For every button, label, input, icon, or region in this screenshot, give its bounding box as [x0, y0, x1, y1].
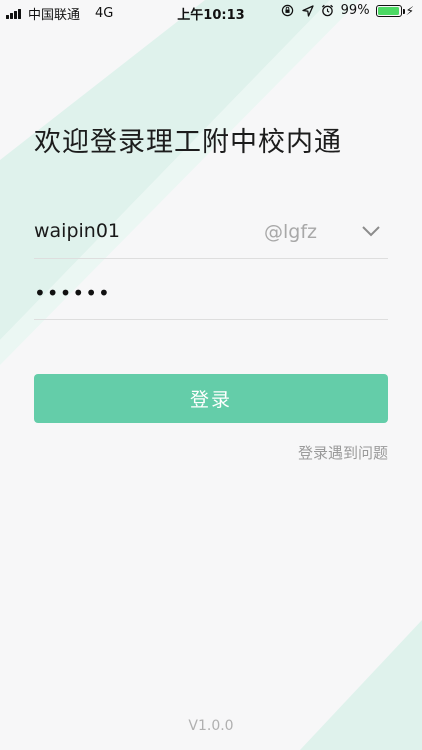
domain-selector[interactable]: @lgfz [264, 221, 317, 243]
login-button[interactable]: 登录 [34, 374, 388, 423]
password-input[interactable]: •••••• [34, 281, 111, 305]
status-right: 99% ⚡ [281, 3, 414, 18]
password-field[interactable]: •••••• [34, 269, 388, 320]
version-label: V1.0.0 [188, 718, 234, 734]
location-icon [301, 4, 315, 18]
chevron-down-icon[interactable] [360, 223, 382, 239]
battery-percent: 99% [340, 3, 370, 18]
battery-fill [377, 6, 400, 15]
page-title: 欢迎登录理工附中校内通 [34, 127, 342, 158]
battery-tip [402, 8, 405, 14]
alarm-icon [321, 4, 335, 18]
login-screen: 欢迎登录理工附中校内通 waipin01 @lgfz •••••• 登录 登录遇… [0, 0, 422, 750]
battery-icon [375, 4, 405, 17]
charging-icon: ⚡ [405, 3, 414, 18]
username-input[interactable]: waipin01 [34, 220, 120, 242]
status-bar: 中国联通 4G 上午10:13 99% ⚡ [0, 0, 422, 24]
orientation-lock-icon [281, 4, 295, 18]
login-help-link[interactable]: 登录遇到问题 [298, 442, 388, 463]
username-field[interactable]: waipin01 @lgfz [34, 208, 388, 259]
